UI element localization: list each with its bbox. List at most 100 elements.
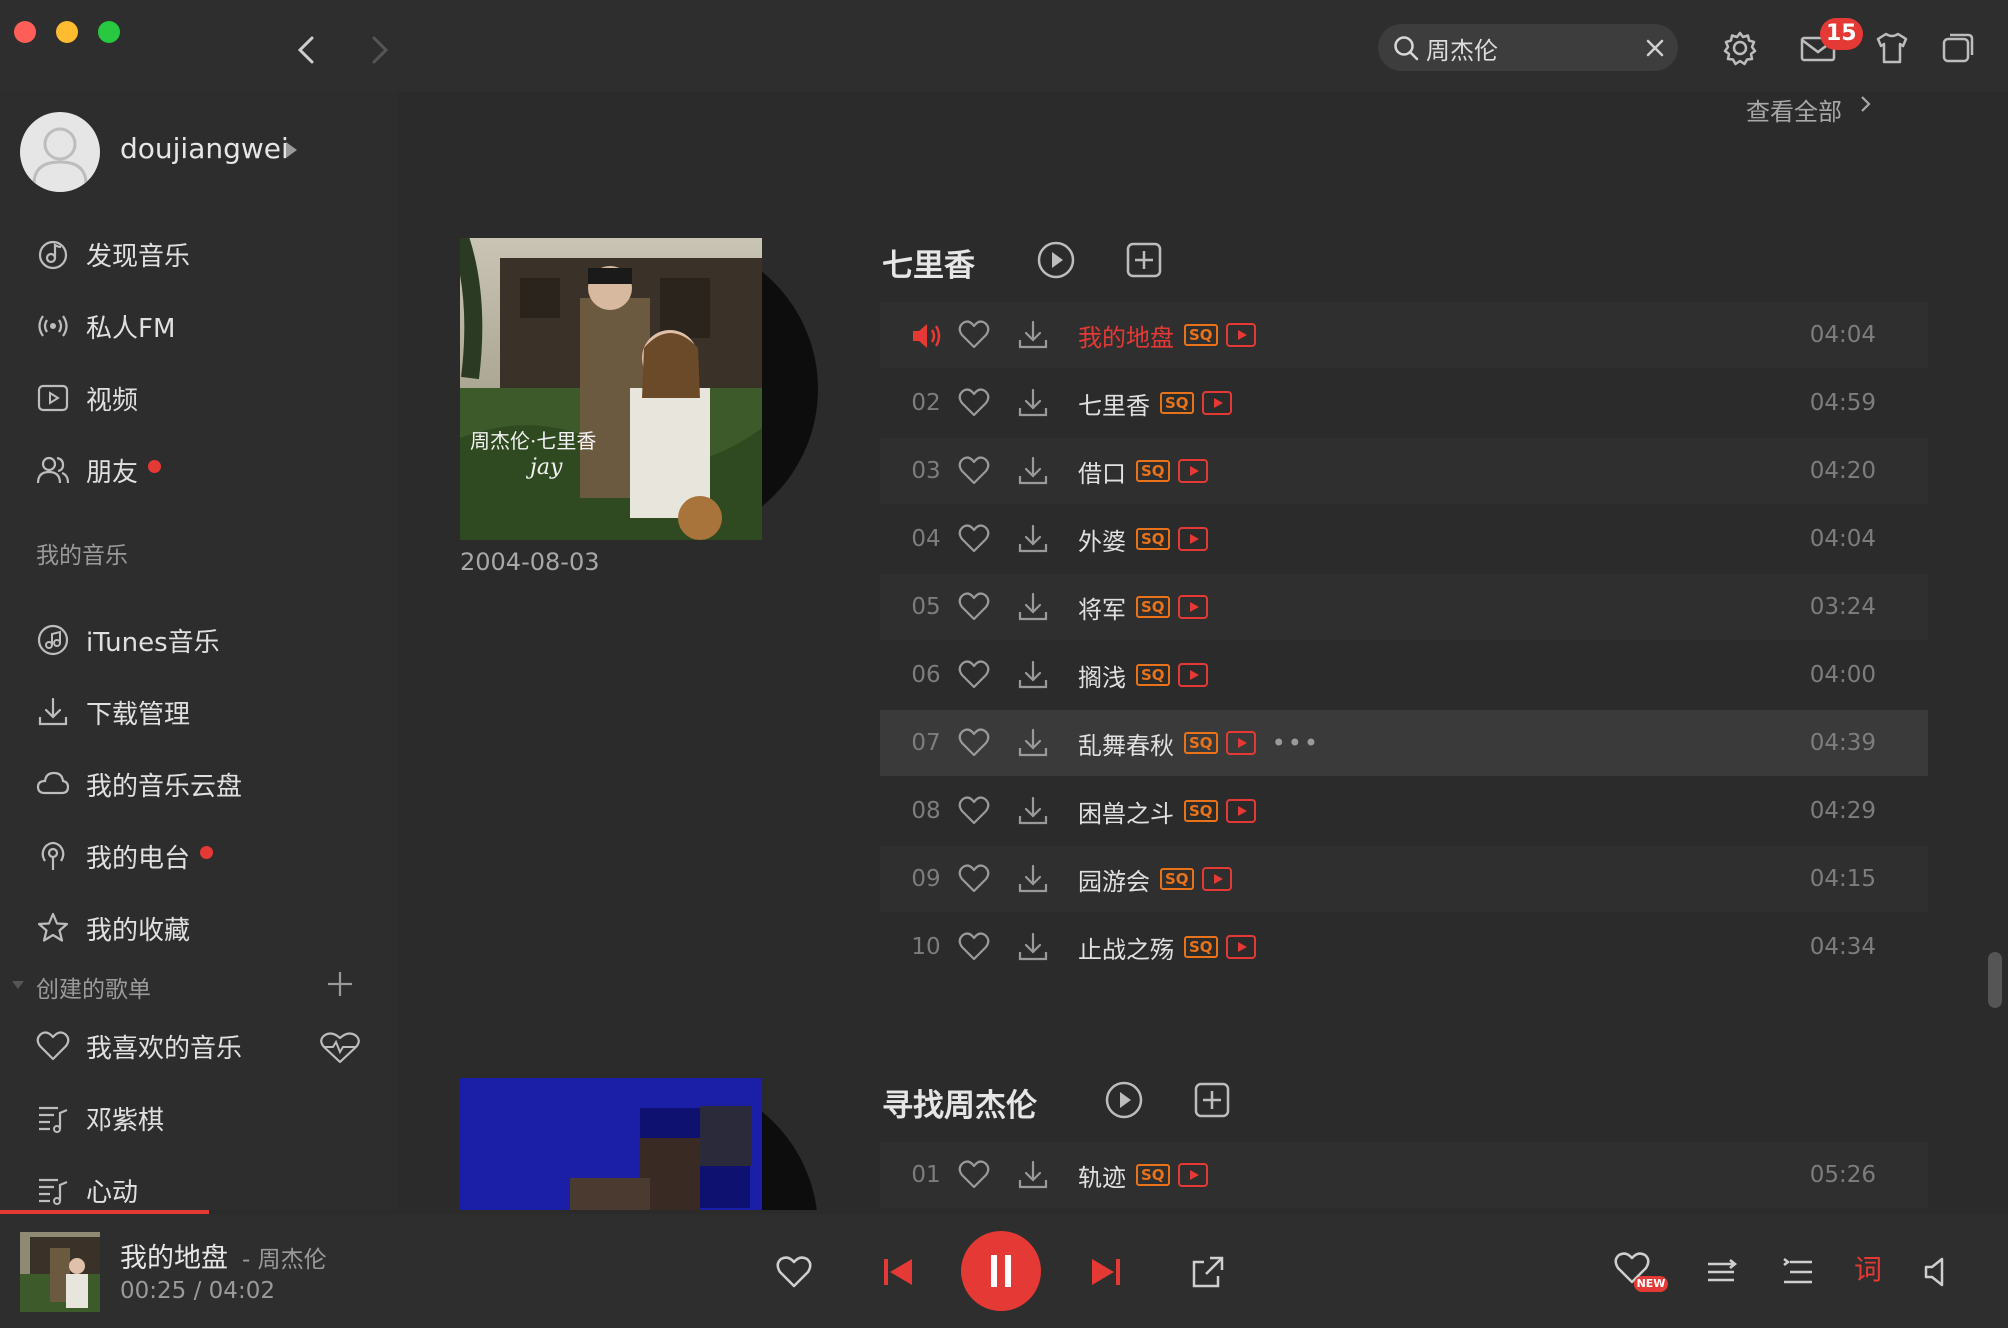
like-track-icon[interactable] <box>958 591 990 623</box>
add-album-icon[interactable] <box>1124 240 1164 280</box>
track-row[interactable]: 09 园游会 SQ 04:15 <box>880 846 1928 912</box>
mv-play-icon[interactable] <box>1225 731 1256 755</box>
play-album-icon[interactable] <box>1104 1080 1144 1120</box>
more-options-icon[interactable]: ••• <box>1272 729 1320 757</box>
sidebar-item-collection[interactable]: 我的收藏 <box>36 900 376 956</box>
album-title[interactable]: 七里香 <box>882 240 975 285</box>
volume-icon[interactable] <box>1920 1254 1956 1290</box>
track-row[interactable]: 10 止战之殇 SQ 04:34 <box>880 914 1928 980</box>
sidebar-item-playlist-heartbeat[interactable]: 心动 <box>36 1162 376 1212</box>
mv-play-icon[interactable] <box>1177 663 1208 687</box>
sidebar-item-downloads[interactable]: 下载管理 <box>36 684 376 740</box>
track-name[interactable]: 轨迹 <box>1078 1158 1126 1193</box>
skin-tshirt-icon[interactable] <box>1872 28 1912 68</box>
search-box[interactable] <box>1378 24 1678 71</box>
download-track-icon[interactable] <box>1016 386 1050 420</box>
like-track-icon[interactable] <box>958 387 990 419</box>
pause-button[interactable] <box>961 1231 1041 1311</box>
like-track-icon[interactable] <box>958 795 990 827</box>
mv-play-icon[interactable] <box>1225 935 1256 959</box>
lyrics-button[interactable]: 词 <box>1854 1248 1882 1288</box>
collapse-triangle-icon[interactable] <box>10 978 26 992</box>
share-icon[interactable] <box>1190 1254 1226 1290</box>
album-cover-image[interactable]: 周杰伦·七里香 jay <box>460 238 762 540</box>
previous-track-icon[interactable] <box>880 1254 916 1290</box>
download-track-icon[interactable] <box>1016 1158 1050 1192</box>
track-name[interactable]: 搁浅 <box>1078 658 1126 693</box>
album-title[interactable]: 寻找周杰伦 <box>882 1080 1037 1125</box>
sidebar-item-video[interactable]: 视频 <box>36 370 376 426</box>
track-name[interactable]: 我的地盘 <box>1078 318 1174 353</box>
download-track-icon[interactable] <box>1016 590 1050 624</box>
mv-play-icon[interactable] <box>1201 391 1232 415</box>
like-track-icon[interactable] <box>958 455 990 487</box>
close-window-button[interactable] <box>14 21 36 43</box>
scrollbar-thumb[interactable] <box>1988 952 2002 1008</box>
sidebar-item-private-fm[interactable]: 私人FM <box>36 298 376 354</box>
mv-play-icon[interactable] <box>1177 595 1208 619</box>
track-row[interactable]: 02 七里香 SQ 04:59 <box>880 370 1928 436</box>
track-row[interactable]: 06 搁浅 SQ 04:00 <box>880 642 1928 708</box>
user-menu-arrow-icon[interactable] <box>286 142 297 158</box>
mv-play-icon[interactable] <box>1177 459 1208 483</box>
sidebar-item-cloud[interactable]: 我的音乐云盘 <box>36 756 376 812</box>
mini-player-icon[interactable] <box>1938 28 1978 68</box>
now-playing-artist[interactable]: - 周杰伦 <box>242 1240 327 1274</box>
track-row[interactable]: 04 外婆 SQ 04:04 <box>880 506 1928 572</box>
download-track-icon[interactable] <box>1016 862 1050 896</box>
track-row[interactable]: 07 乱舞春秋 SQ ••• 04:39 <box>880 710 1928 776</box>
now-playing-title[interactable]: 我的地盘 <box>120 1236 228 1275</box>
download-track-icon[interactable] <box>1016 726 1050 760</box>
track-row[interactable]: 03 借口 SQ 04:20 <box>880 438 1928 504</box>
download-track-icon[interactable] <box>1016 522 1050 556</box>
sidebar-item-playlist-deng[interactable]: 邓紫棋 <box>36 1090 376 1146</box>
track-name[interactable]: 外婆 <box>1078 522 1126 557</box>
track-row[interactable]: 08 困兽之斗 SQ 04:29 <box>880 778 1928 844</box>
track-row[interactable]: 我的地盘 SQ 04:04 <box>880 302 1928 368</box>
next-track-icon[interactable] <box>1088 1254 1124 1290</box>
track-name[interactable]: 七里香 <box>1078 386 1150 421</box>
track-name[interactable]: 园游会 <box>1078 862 1150 897</box>
mv-play-icon[interactable] <box>1177 527 1208 551</box>
sidebar-item-friends[interactable]: 朋友 <box>36 442 376 498</box>
settings-gear-icon[interactable] <box>1720 28 1760 68</box>
play-mode-icon[interactable] <box>1704 1254 1740 1290</box>
avatar[interactable] <box>20 112 100 192</box>
like-track-icon[interactable] <box>958 319 990 351</box>
track-name[interactable]: 困兽之斗 <box>1078 794 1174 829</box>
download-track-icon[interactable] <box>1016 930 1050 964</box>
track-row[interactable]: 01 轨迹 SQ 05:26 <box>880 1142 1928 1208</box>
maximize-window-button[interactable] <box>98 21 120 43</box>
heartbeat-mode-icon[interactable] <box>318 1032 362 1064</box>
sidebar-item-itunes[interactable]: iTunes音乐 <box>36 612 376 668</box>
sidebar-item-radio[interactable]: 我的电台 <box>36 828 376 884</box>
play-album-icon[interactable] <box>1036 240 1076 280</box>
playlist-queue-icon[interactable] <box>1780 1254 1816 1290</box>
now-playing-cover[interactable] <box>20 1232 100 1312</box>
minimize-window-button[interactable] <box>56 21 78 43</box>
download-track-icon[interactable] <box>1016 658 1050 692</box>
track-name[interactable]: 止战之殇 <box>1078 930 1174 965</box>
like-track-icon[interactable] <box>958 1159 990 1191</box>
track-row[interactable]: 05 将军 SQ 03:24 <box>880 574 1928 640</box>
mv-play-icon[interactable] <box>1225 323 1256 347</box>
search-input[interactable] <box>1426 30 1626 66</box>
download-track-icon[interactable] <box>1016 794 1050 828</box>
like-song-icon[interactable] <box>776 1254 812 1290</box>
sidebar-item-discover[interactable]: 发现音乐 <box>36 226 376 282</box>
download-track-icon[interactable] <box>1016 318 1050 352</box>
like-track-icon[interactable] <box>958 727 990 759</box>
username[interactable]: doujiangwei <box>120 132 289 165</box>
track-name[interactable]: 乱舞春秋 <box>1078 726 1174 761</box>
track-name[interactable]: 将军 <box>1078 590 1126 625</box>
add-playlist-icon[interactable] <box>326 970 354 998</box>
chevron-right-icon[interactable] <box>1856 94 1876 114</box>
like-track-icon[interactable] <box>958 931 990 963</box>
download-track-icon[interactable] <box>1016 454 1050 488</box>
like-track-icon[interactable] <box>958 863 990 895</box>
track-name[interactable]: 借口 <box>1078 454 1126 489</box>
forward-arrow-icon[interactable] <box>358 30 398 70</box>
add-album-icon[interactable] <box>1192 1080 1232 1120</box>
album-cover-image[interactable] <box>460 1078 762 1212</box>
like-track-icon[interactable] <box>958 659 990 691</box>
